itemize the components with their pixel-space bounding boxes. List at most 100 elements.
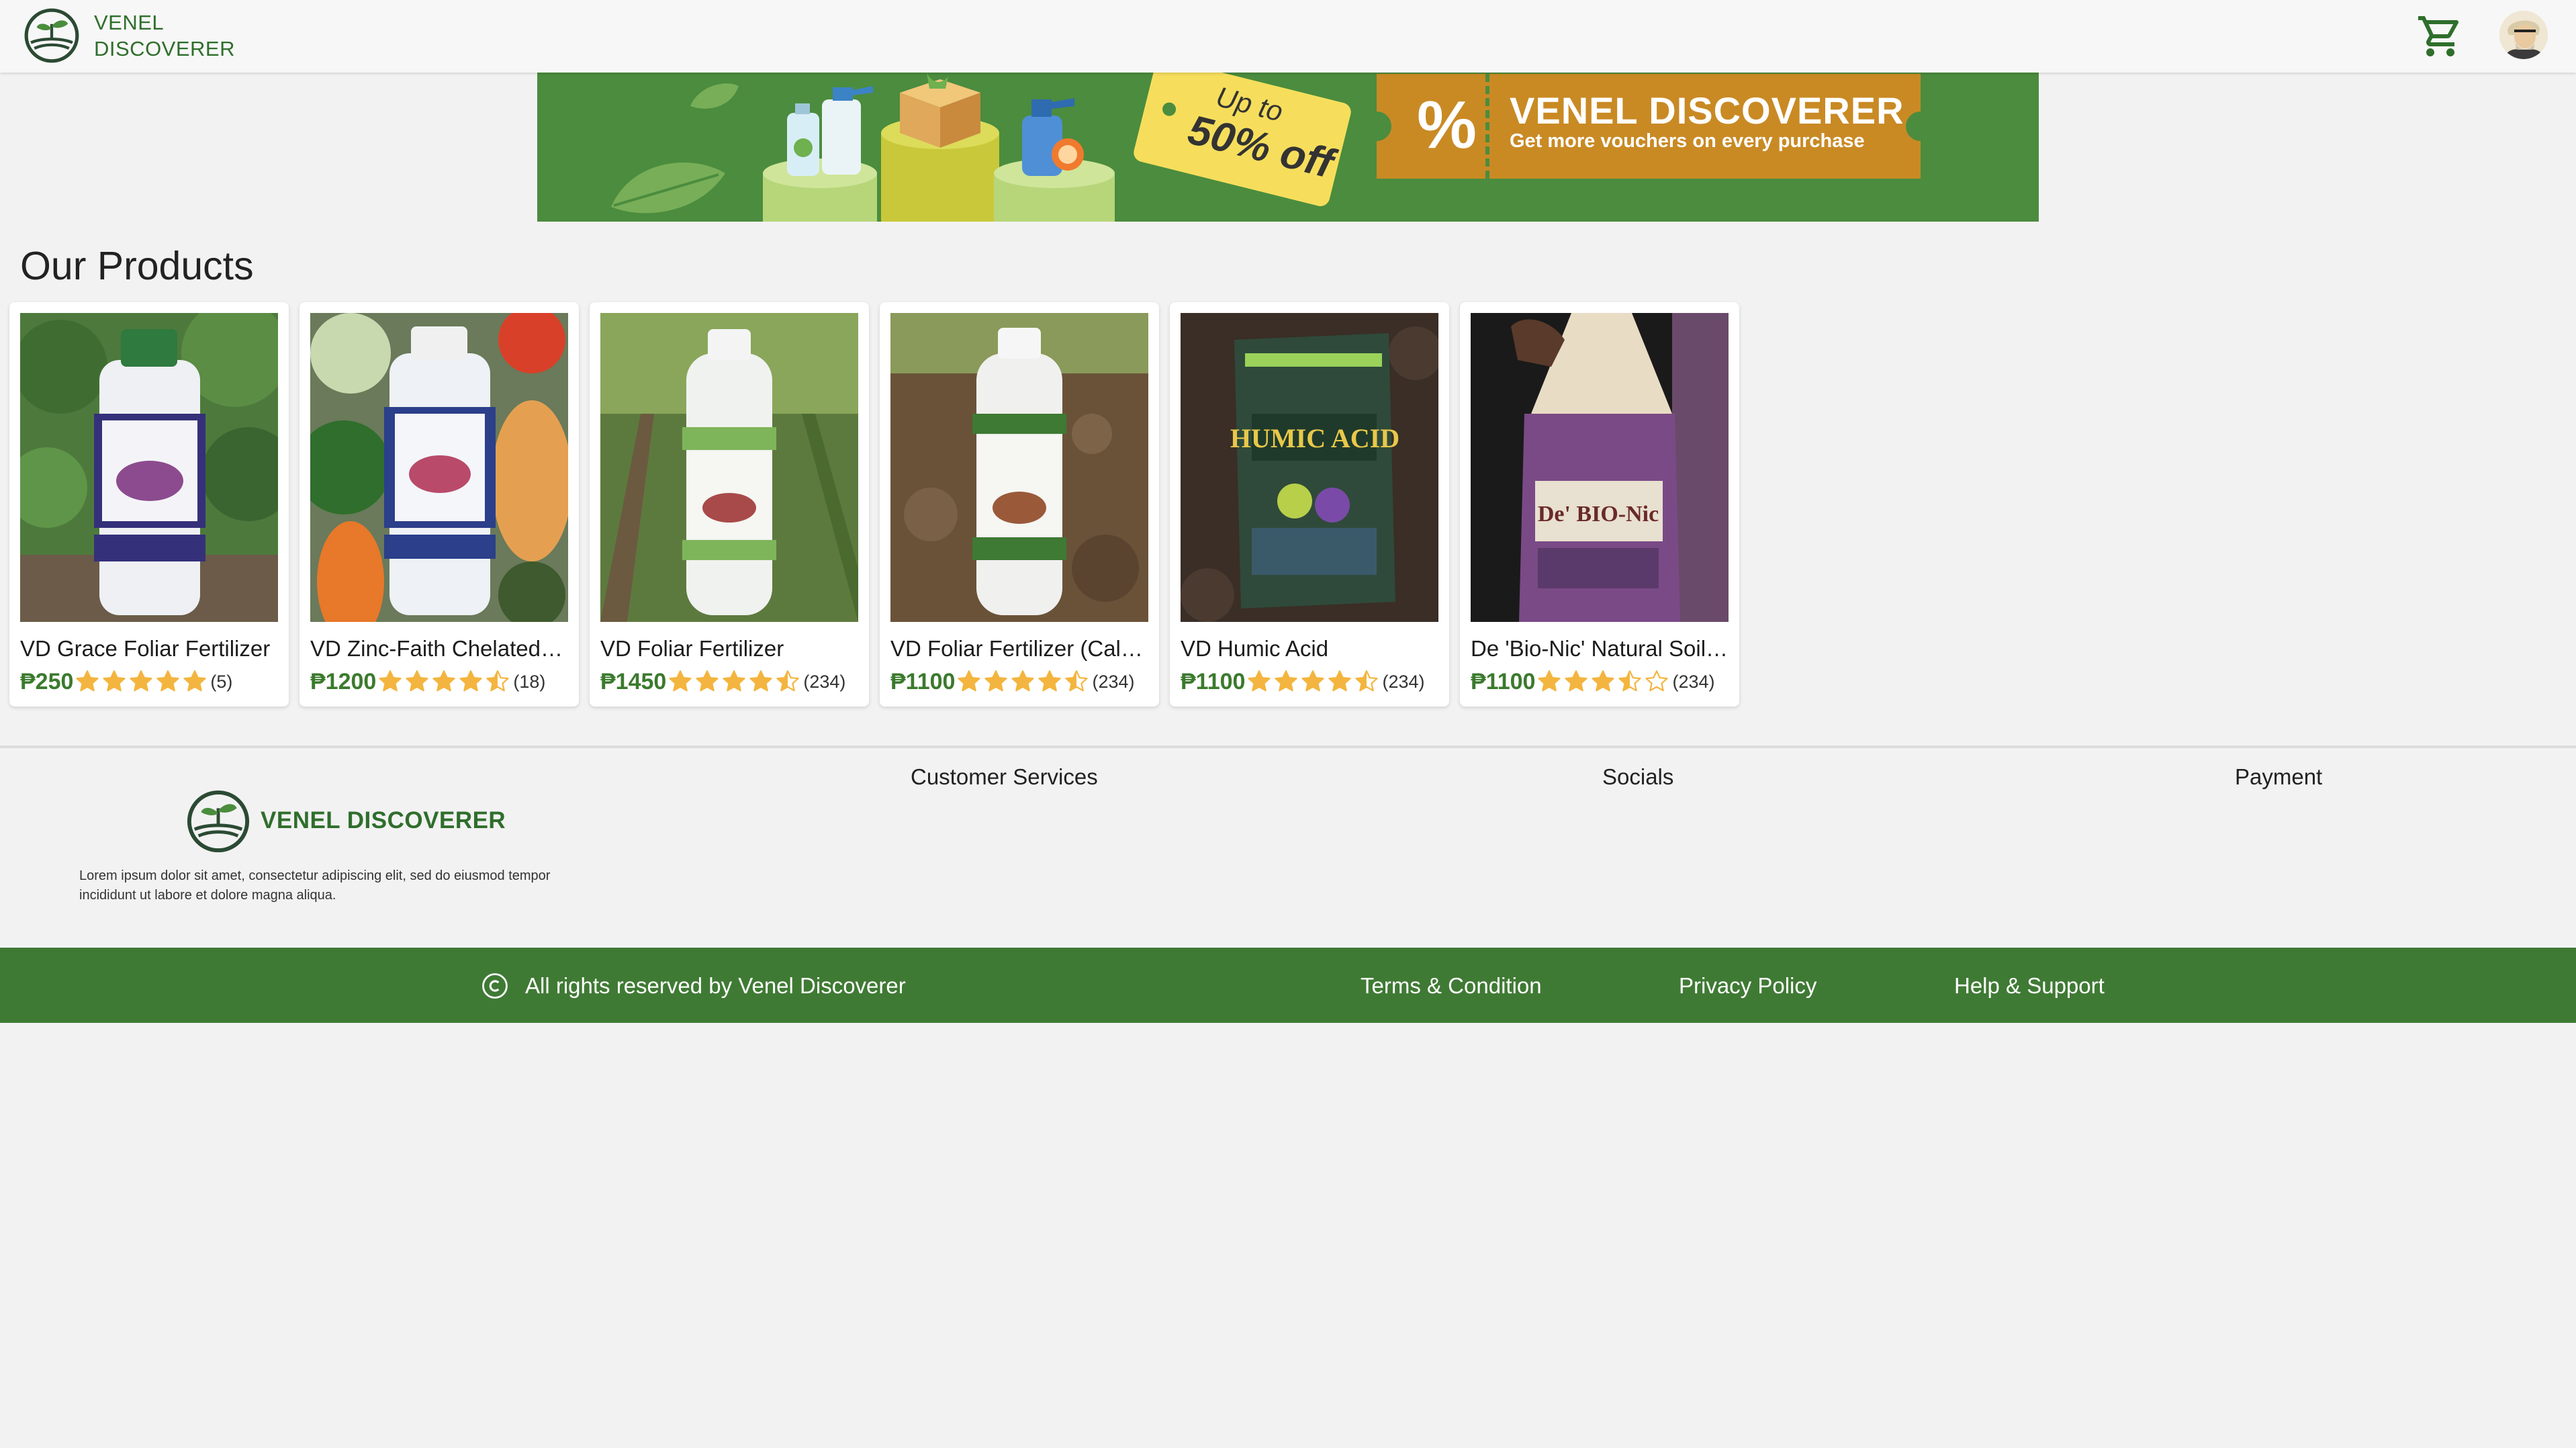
- product-image: De' BIO-Nic: [1471, 313, 1729, 622]
- voucher-notch-left: [1362, 111, 1391, 141]
- review-count: (18): [513, 671, 546, 692]
- star-full-icon: [130, 670, 153, 692]
- review-count: (234): [1672, 671, 1715, 692]
- footer-description: Lorem ipsum dolor sit amet, consectetur …: [79, 868, 551, 903]
- star-full-icon: [749, 670, 772, 692]
- star-full-icon: [1038, 670, 1062, 692]
- rating-stars: [668, 669, 802, 694]
- review-count: (5): [210, 671, 233, 692]
- percent-icon: %: [1417, 87, 1477, 163]
- product-price: ₱1450: [600, 669, 667, 694]
- star-full-icon: [669, 670, 692, 692]
- rating-stars: [1246, 669, 1381, 694]
- brand-logo-icon: [24, 8, 79, 63]
- voucher-divider: [1485, 74, 1489, 179]
- help-support-link[interactable]: Help & Support: [1954, 973, 2105, 999]
- product-name: VD Zinc-Faith Chelated Zinc: [310, 636, 568, 661]
- star-full-icon: [1248, 670, 1271, 692]
- top-navbar: VENEL DISCOVERER: [0, 0, 2576, 73]
- star-full-icon: [696, 670, 719, 692]
- rating-stars: [956, 669, 1091, 694]
- star-full-icon: [1301, 670, 1325, 692]
- star-half-icon: [486, 670, 509, 692]
- product-meta: ₱1450 (234): [600, 666, 845, 697]
- product-image: [310, 313, 568, 622]
- product-card[interactable]: VD Grace Foliar Fertilizer ₱250 (5): [9, 302, 289, 707]
- product-image: [600, 313, 858, 622]
- brand-name-line2: DISCOVERER: [94, 37, 235, 60]
- product-card[interactable]: VD Foliar Fertilizer (Calcium) ₱1100 (23…: [880, 302, 1159, 707]
- copyright: All rights reserved by Venel Discoverer: [481, 972, 906, 1000]
- product-image: HUMIC ACID: [1181, 313, 1438, 622]
- review-count: (234): [1092, 671, 1135, 692]
- terms-link[interactable]: Terms & Condition: [1361, 973, 1542, 999]
- avatar-portrait-icon: [2499, 11, 2548, 59]
- brand-name: VENEL DISCOVERER: [94, 9, 235, 62]
- product-name: VD Grace Foliar Fertilizer: [20, 636, 271, 661]
- cart-icon[interactable]: [2415, 12, 2466, 60]
- product-meta: ₱1100 (234): [1181, 666, 1424, 697]
- voucher-notch-right: [1906, 111, 1935, 141]
- product-meta: ₱1100 (234): [1471, 666, 1714, 697]
- star-full-icon: [723, 670, 745, 692]
- products-heading: Our Products: [20, 244, 254, 288]
- voucher-title: VENEL DISCOVERER: [1510, 89, 1904, 132]
- footer-logo-icon: [187, 790, 250, 853]
- rating-stars: [1536, 669, 1671, 694]
- star-full-icon: [103, 670, 126, 692]
- star-full-icon: [984, 670, 1008, 692]
- user-avatar[interactable]: [2499, 11, 2548, 59]
- product-card[interactable]: VD Zinc-Faith Chelated Zinc ₱1200 (18): [300, 302, 579, 707]
- footer-divider: [0, 745, 2576, 748]
- star-half-icon: [1618, 670, 1642, 692]
- star-full-icon: [183, 670, 207, 692]
- product-price: ₱1200: [310, 669, 377, 694]
- voucher-subtitle: Get more vouchers on every purchase: [1510, 130, 1865, 152]
- svg-text:De' BIO-Nic: De' BIO-Nic: [1538, 502, 1659, 527]
- star-half-icon: [776, 670, 799, 692]
- copyright-text: All rights reserved by Venel Discoverer: [525, 973, 906, 998]
- product-price: ₱1100: [1181, 669, 1246, 694]
- product-price: ₱250: [20, 669, 74, 694]
- brand-name-line1: VENEL: [94, 11, 165, 34]
- product-name: VD Foliar Fertilizer: [600, 636, 784, 661]
- footer-socials[interactable]: Socials: [1602, 764, 1673, 790]
- product-card[interactable]: HUMIC ACID VD Humic Acid ₱1100 (234): [1170, 302, 1449, 707]
- footer-payment[interactable]: Payment: [2235, 764, 2322, 790]
- product-name: De 'Bio-Nic' Natural Soil Conditioner: [1471, 636, 1729, 661]
- review-count: (234): [1382, 671, 1425, 692]
- star-full-icon: [958, 670, 981, 692]
- star-full-icon: [1592, 670, 1615, 692]
- product-card[interactable]: VD Foliar Fertilizer ₱1450 (234): [590, 302, 869, 707]
- brand-home-link[interactable]: VENEL DISCOVERER: [23, 7, 235, 64]
- copyright-icon: [482, 973, 508, 999]
- footer-customer-services[interactable]: Customer Services: [911, 764, 1098, 790]
- star-full-icon: [156, 670, 180, 692]
- svg-text:HUMIC ACID: HUMIC ACID: [1230, 423, 1399, 453]
- product-meta: ₱1100 (234): [890, 666, 1134, 697]
- review-count: (234): [803, 671, 846, 692]
- product-card[interactable]: De' BIO-Nic De 'Bio-Nic' Natural Soil Co…: [1460, 302, 1739, 707]
- promo-banner[interactable]: Up to 50% off % VENEL DISCOVERER Get mor…: [537, 73, 2039, 222]
- voucher-ticket: % VENEL DISCOVERER Get more vouchers on …: [1362, 74, 1935, 179]
- footer-brand-name: VENEL DISCOVERER: [261, 807, 506, 833]
- star-full-icon: [1328, 670, 1352, 692]
- rating-stars: [75, 669, 209, 694]
- product-price: ₱1100: [890, 669, 956, 694]
- product-name: VD Humic Acid: [1181, 636, 1329, 661]
- footer-bottom-bar: All rights reserved by Venel Discoverer …: [0, 948, 2576, 1023]
- star-empty-icon: [1645, 670, 1669, 692]
- star-full-icon: [1011, 670, 1035, 692]
- product-image: [20, 313, 278, 622]
- tag-hole: [1160, 101, 1178, 118]
- product-price: ₱1100: [1471, 669, 1536, 694]
- star-full-icon: [1538, 670, 1561, 692]
- star-full-icon: [406, 670, 428, 692]
- star-full-icon: [432, 670, 455, 692]
- star-full-icon: [1275, 670, 1298, 692]
- star-full-icon: [1565, 670, 1588, 692]
- product-meta: ₱1200 (18): [310, 666, 545, 697]
- star-half-icon: [1065, 670, 1089, 692]
- privacy-policy-link[interactable]: Privacy Policy: [1679, 973, 1816, 999]
- star-full-icon: [379, 670, 402, 692]
